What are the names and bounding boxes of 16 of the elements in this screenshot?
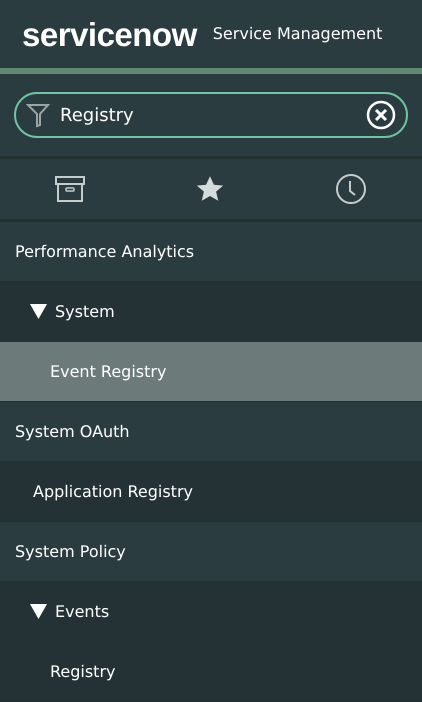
archive-icon[interactable] (55, 176, 85, 202)
module-item[interactable]: System (0, 282, 422, 342)
filter-icon (26, 102, 50, 128)
module-link[interactable]: Application Registry (0, 462, 422, 522)
star-icon[interactable] (195, 175, 225, 203)
logo[interactable]: servicenow (22, 18, 197, 50)
header-title: Service Management (212, 23, 382, 45)
filter-field[interactable]: Registry (14, 92, 408, 138)
module-link[interactable]: Event Registry (0, 342, 422, 402)
clear-icon[interactable] (366, 100, 396, 130)
expand-icon (30, 304, 47, 319)
clock-icon[interactable] (335, 173, 367, 205)
filter-input[interactable]: Registry (58, 100, 358, 130)
module-item[interactable]: Events (0, 582, 422, 642)
expand-icon (30, 604, 47, 619)
module-link[interactable]: Registry (0, 642, 422, 702)
